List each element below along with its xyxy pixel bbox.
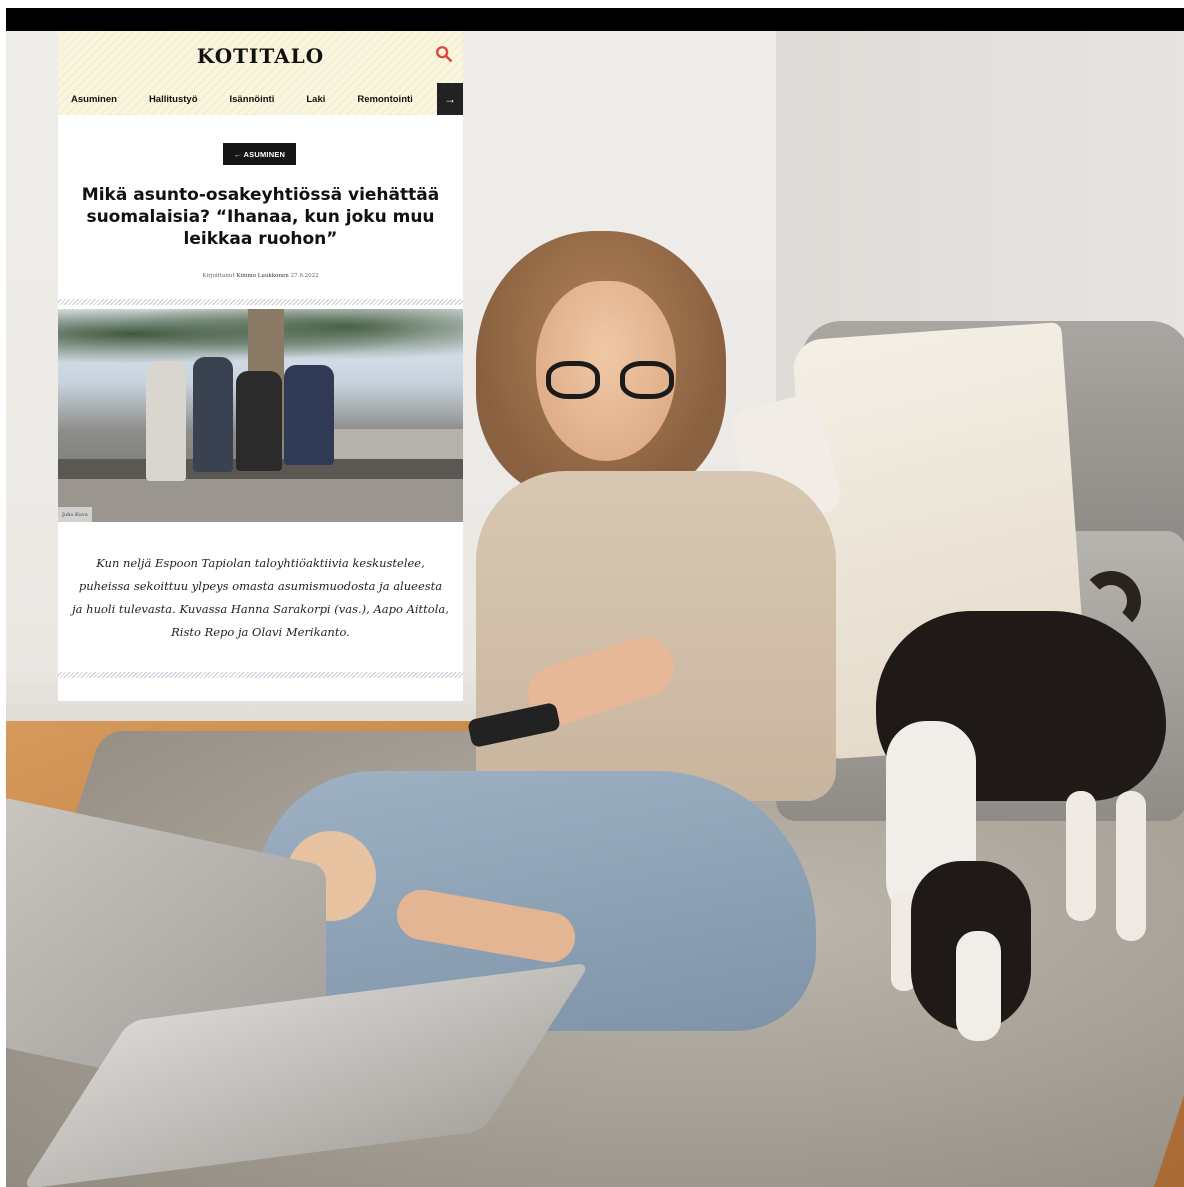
category-nav: Asuminen Hallitustyö Isännöinti Laki Rem… — [58, 83, 463, 115]
site-logo[interactable]: KOTITALO — [58, 44, 463, 68]
category-back-button[interactable]: ← ASUMINEN — [223, 143, 296, 165]
author-name[interactable]: Kimmo Luukkonen — [236, 273, 288, 279]
dog-leg — [1116, 791, 1146, 941]
divider-stripe — [58, 299, 463, 305]
article-hero-image: Juho Kuva — [58, 309, 463, 522]
image-caption: Kun neljä Espoon Tapiolan taloyhtiöaktii… — [72, 556, 449, 639]
glasses — [546, 361, 674, 401]
nav-next-arrow-icon[interactable]: → — [437, 83, 463, 115]
dog-leg — [1066, 791, 1096, 921]
photo-credit: Juho Kuva — [58, 507, 92, 522]
article-page: KOTITALO Asuminen Hallitustyö Isännöinti… — [58, 31, 463, 701]
article-byline: Kirjoittanut Kimmo Luukkonen 27.9.2022 — [58, 273, 463, 279]
person-olavi — [284, 365, 334, 465]
site-header: KOTITALO Asuminen Hallitustyö Isännöinti… — [58, 31, 463, 115]
nav-item-laki[interactable]: Laki — [306, 94, 325, 105]
ground — [58, 479, 463, 522]
person-hanna — [146, 361, 186, 481]
search-icon[interactable] — [435, 45, 453, 63]
nav-item-asuminen[interactable]: Asuminen — [71, 94, 117, 105]
byline-prefix: Kirjoittanut — [202, 273, 235, 279]
woman-sweater — [476, 471, 836, 801]
person-risto — [236, 371, 282, 471]
dog-snout — [956, 931, 1001, 1041]
article-headline: Mikä asunto-osakeyhtiössä viehättää suom… — [81, 185, 440, 249]
person-aapo — [193, 357, 233, 472]
nav-item-isannointi[interactable]: Isännöinti — [230, 94, 275, 105]
article-date: 27.9.2022 — [290, 273, 319, 279]
divider-stripe — [58, 672, 463, 678]
nav-item-remontointi[interactable]: Remontointi — [357, 94, 412, 105]
nav-item-hallitustyo[interactable]: Hallitustyö — [149, 94, 198, 105]
top-black-bar — [6, 8, 1184, 31]
